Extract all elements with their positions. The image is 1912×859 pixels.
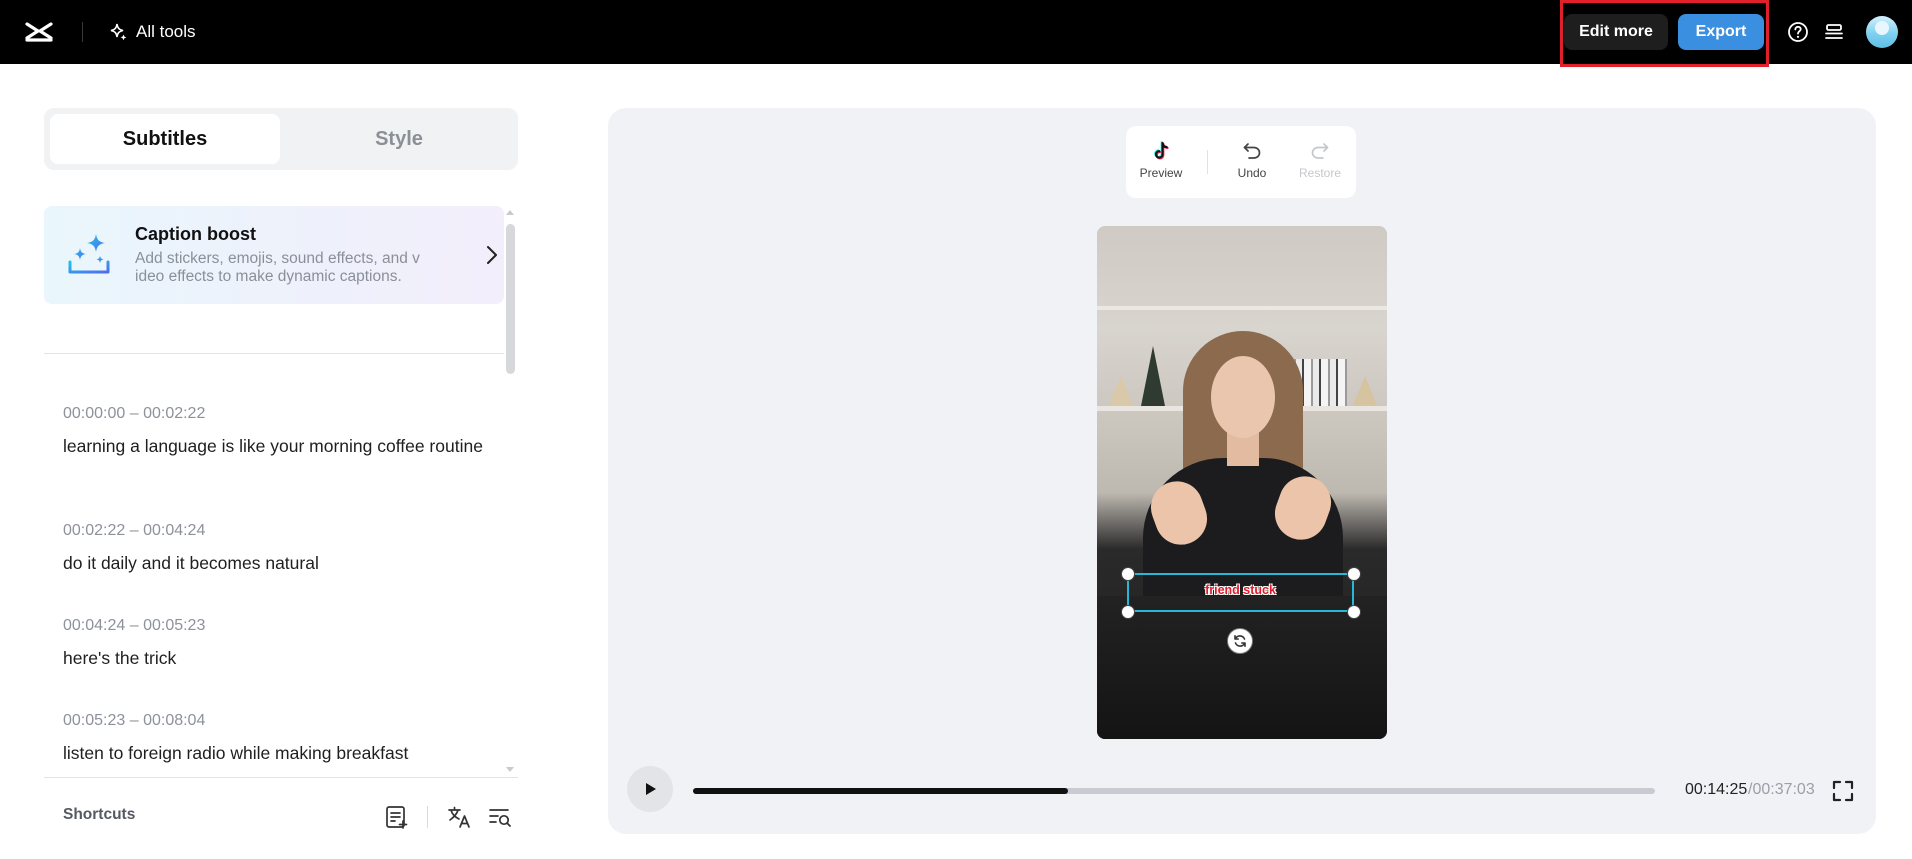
subtitle-item[interactable]: 00:04:24 – 00:05:23 here's the trick: [63, 617, 483, 670]
toolbar-separator: [1207, 150, 1208, 174]
resize-handle[interactable]: [1347, 567, 1361, 581]
video-decor: [1109, 376, 1133, 406]
subtitle-item[interactable]: 00:02:22 – 00:04:24 do it daily and it b…: [63, 522, 483, 575]
layers-icon[interactable]: [1822, 20, 1846, 44]
scroll-down-arrow[interactable]: [506, 767, 514, 772]
video-shelf-top: [1097, 306, 1387, 310]
video-person-face: [1211, 356, 1275, 438]
topbar-divider: [82, 22, 83, 42]
subtitle-text[interactable]: here's the trick: [63, 647, 483, 670]
sparkle-icon: [110, 23, 127, 41]
video-caption-text[interactable]: friend stuck: [1127, 583, 1354, 597]
preview-button[interactable]: Preview: [1131, 140, 1191, 180]
shortcuts-divider: [44, 777, 518, 778]
highlight-annotation: [1560, 0, 1769, 67]
search-caption-icon[interactable]: [487, 804, 513, 830]
preview-toolbar: Preview Undo Restore: [1126, 126, 1356, 198]
tab-subtitles[interactable]: Subtitles: [50, 114, 280, 164]
undo-button[interactable]: Undo: [1222, 140, 1282, 180]
restore-button[interactable]: Restore: [1290, 140, 1350, 180]
scrollbar-thumb[interactable]: [506, 224, 515, 374]
undo-icon: [1243, 143, 1261, 159]
total-time: /00:37:03: [1748, 781, 1815, 798]
restore-label: Restore: [1298, 166, 1342, 180]
add-caption-icon[interactable]: [384, 804, 410, 830]
panel-tabs: Subtitles Style: [44, 108, 518, 170]
play-button[interactable]: [627, 766, 673, 812]
tab-style[interactable]: Style: [284, 114, 514, 164]
current-time: 00:14:25: [1685, 781, 1748, 798]
resize-handle[interactable]: [1121, 567, 1135, 581]
caption-boost-description: Add stickers, emojis, sound effects, and…: [135, 250, 420, 285]
resize-handle[interactable]: [1347, 605, 1361, 619]
panel-divider: [44, 353, 504, 354]
subtitle-item[interactable]: 00:05:23 – 00:08:04 listen to foreign ra…: [63, 712, 483, 765]
tiktok-icon: [1154, 141, 1169, 160]
rotate-handle[interactable]: [1227, 628, 1253, 654]
subtitle-item[interactable]: 00:00:00 – 00:02:22 learning a language …: [63, 405, 483, 458]
subtitle-time: 00:00:00 – 00:02:22: [63, 405, 206, 422]
subtitle-text[interactable]: learning a language is like your morning…: [63, 435, 483, 458]
scroll-up-arrow[interactable]: [506, 210, 514, 215]
caption-boost-card[interactable]: Caption boost Add stickers, emojis, soun…: [44, 206, 504, 304]
all-tools-button[interactable]: All tools: [108, 20, 196, 44]
redo-icon: [1311, 143, 1329, 159]
video-table: [1097, 596, 1387, 739]
subtitle-time: 00:04:24 – 00:05:23: [63, 617, 206, 634]
translate-icon[interactable]: [446, 804, 472, 830]
shortcuts-separator: [427, 806, 428, 828]
video-decor: [1353, 376, 1377, 406]
subtitle-time: 00:02:22 – 00:04:24: [63, 522, 206, 539]
video-preview[interactable]: [1097, 226, 1387, 739]
video-decor: [1141, 346, 1165, 406]
all-tools-label: All tools: [136, 22, 196, 41]
subtitle-time: 00:05:23 – 00:08:04: [63, 712, 206, 729]
capcut-logo-icon[interactable]: [24, 18, 54, 46]
shortcuts-label: Shortcuts: [63, 806, 136, 823]
chevron-right-icon[interactable]: [482, 244, 502, 266]
resize-handle[interactable]: [1121, 605, 1135, 619]
play-icon: [646, 783, 656, 795]
caption-boost-title: Caption boost: [135, 224, 256, 244]
avatar[interactable]: [1866, 16, 1898, 48]
subtitle-text[interactable]: do it daily and it becomes natural: [63, 552, 483, 575]
fullscreen-icon[interactable]: [1832, 780, 1854, 802]
subtitle-text[interactable]: listen to foreign radio while making bre…: [63, 742, 483, 765]
playback-progress-fill: [693, 788, 1069, 794]
help-icon[interactable]: [1786, 20, 1810, 44]
rotate-icon: [1234, 635, 1246, 647]
undo-label: Undo: [1237, 166, 1267, 180]
preview-label: Preview: [1139, 166, 1183, 180]
caption-boost-icon: [68, 234, 110, 274]
playback-progress-bar[interactable]: [693, 788, 1655, 794]
